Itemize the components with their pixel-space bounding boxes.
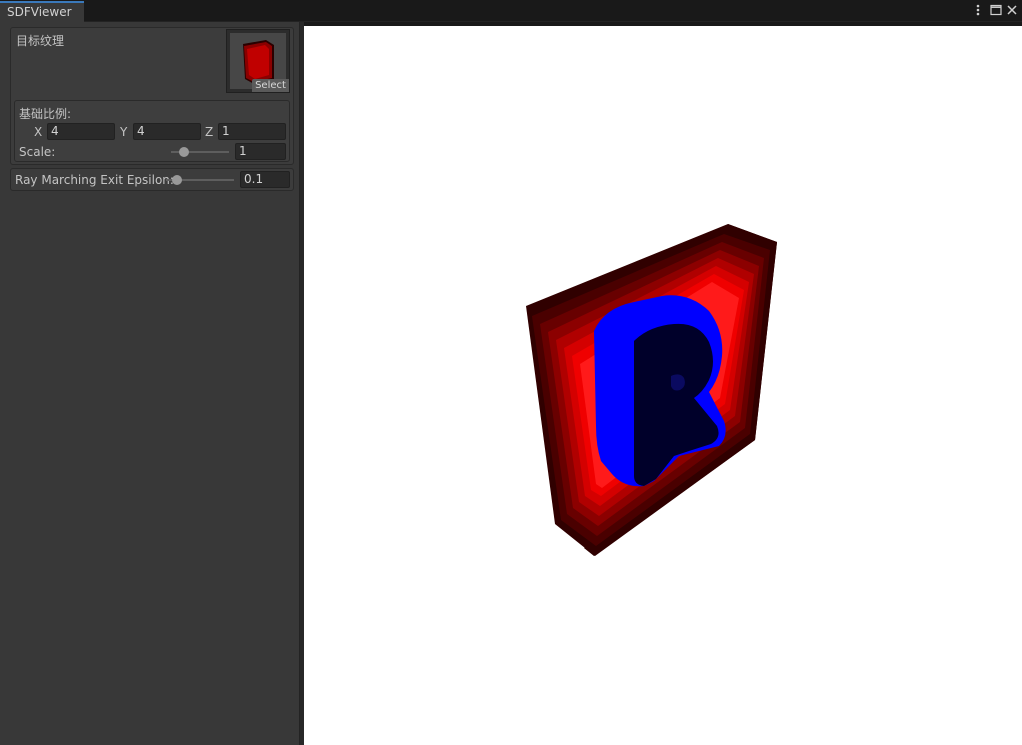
inspector-panel: 目标纹理 基础比例: X 4 Y 4 Z 1 Scale: 1 Ray Marc… — [0, 22, 300, 745]
z-label: Z — [205, 125, 214, 139]
base-scale-title: 基础比例: — [19, 107, 72, 121]
x-field[interactable]: 4 — [47, 123, 115, 140]
maximize-icon[interactable] — [989, 3, 1003, 17]
epsilon-label: Ray Marching Exit Epsilon: — [15, 173, 174, 187]
target-texture-label: 目标纹理 — [16, 34, 65, 48]
tab-title: SDFViewer — [7, 5, 72, 19]
kebab-menu-icon[interactable] — [971, 3, 985, 17]
scale-slider-handle[interactable] — [179, 147, 189, 157]
x-label: X — [34, 125, 43, 139]
target-texture-field[interactable]: Select — [226, 29, 290, 93]
sdf-render-viewport[interactable] — [304, 26, 1022, 745]
epsilon-field[interactable]: 0.1 — [240, 171, 290, 188]
window-titlebar: SDFViewer — [0, 0, 1022, 22]
y-field[interactable]: 4 — [133, 123, 201, 140]
select-button[interactable]: Select — [252, 79, 289, 92]
y-label: Y — [120, 125, 128, 139]
scale-field[interactable]: 1 — [235, 143, 286, 160]
close-icon[interactable] — [1005, 3, 1019, 17]
epsilon-slider-handle[interactable] — [172, 175, 182, 185]
sdf-render-image — [526, 224, 777, 556]
z-field[interactable]: 1 — [218, 123, 286, 140]
tab-sdfviewer[interactable]: SDFViewer — [0, 1, 84, 22]
scale-label: Scale: — [19, 145, 56, 159]
